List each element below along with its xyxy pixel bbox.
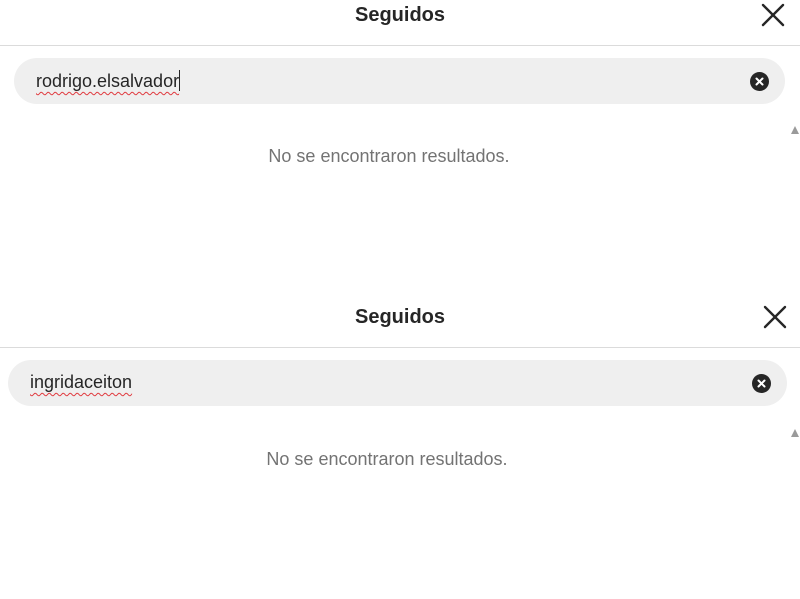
search-field[interactable]: ingridaceiton: [8, 360, 787, 406]
no-results-message: No se encontraron resultados.: [268, 146, 510, 166]
close-button[interactable]: [760, 2, 786, 28]
dialog-title: Seguidos: [354, 4, 445, 26]
following-dialog-2: Seguidos ingridaceiton No se encontraron…: [0, 300, 800, 599]
no-results-message: No se encontraron resultados.: [266, 449, 508, 469]
close-button[interactable]: [762, 304, 788, 330]
search-input-value[interactable]: ingridaceiton: [30, 372, 132, 393]
clear-search-button[interactable]: [752, 374, 771, 393]
search-input-value[interactable]: rodrigo.elsalvador: [36, 70, 181, 92]
scrollbar-up-button[interactable]: [790, 122, 800, 134]
clear-search-button[interactable]: [750, 72, 769, 91]
dialog-title: Seguidos: [354, 306, 445, 328]
text-caret: [179, 70, 181, 91]
clear-search-icon: [755, 77, 764, 86]
following-dialog-1: Seguidos rodrigo.elsalvador No se encont…: [0, 0, 800, 300]
scrollbar-up-button[interactable]: [790, 425, 800, 437]
dialog-header: Seguidos: [0, 300, 800, 348]
close-icon: [763, 305, 787, 329]
close-icon: [761, 3, 785, 27]
search-field[interactable]: rodrigo.elsalvador: [14, 58, 785, 104]
scroll-up-arrow-icon: [791, 126, 799, 134]
clear-search-icon: [757, 379, 766, 388]
dialog-header: Seguidos: [0, 0, 800, 46]
scroll-up-arrow-icon: [791, 429, 799, 437]
